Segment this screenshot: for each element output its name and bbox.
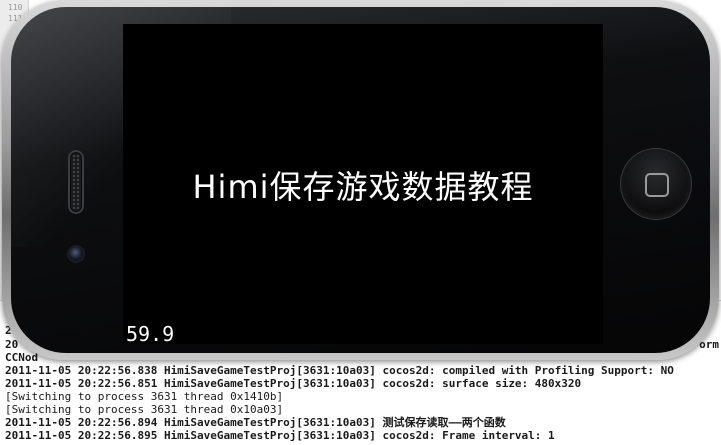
console-line: [Switching to process 3631 thread 0x1410… xyxy=(5,390,284,403)
console-line: [Switching to process 3631 thread 0x10a0… xyxy=(5,403,284,416)
device-bezel: Himi保存游戏数据教程 59.9 xyxy=(11,7,710,353)
console-line: 2011-11-05 20:22:56.851 HimiSaveGameTest… xyxy=(5,377,582,390)
console-partial-line: 20 xyxy=(5,338,19,351)
console-partial-line: CCNod xyxy=(5,351,39,364)
iphone-simulator: Himi保存游戏数据教程 59.9 xyxy=(2,0,719,360)
game-title-label: Himi保存游戏数据教程 xyxy=(192,168,534,206)
fps-counter: 59.9 xyxy=(126,322,175,346)
console-line: 2011-11-05 20:22:56.895 HimiSaveGameTest… xyxy=(5,429,555,442)
front-camera-icon xyxy=(69,247,83,261)
console-line: 2011-11-05 20:22:56.838 HimiSaveGameTest… xyxy=(5,364,674,377)
simulator-screen[interactable]: Himi保存游戏数据教程 59.9 xyxy=(123,24,603,346)
earpiece-speaker-icon xyxy=(68,150,84,214)
console-line: 2011-11-05 20:22:56.894 HimiSaveGameTest… xyxy=(5,416,506,429)
home-square-icon xyxy=(645,173,669,197)
home-button[interactable] xyxy=(621,149,691,219)
